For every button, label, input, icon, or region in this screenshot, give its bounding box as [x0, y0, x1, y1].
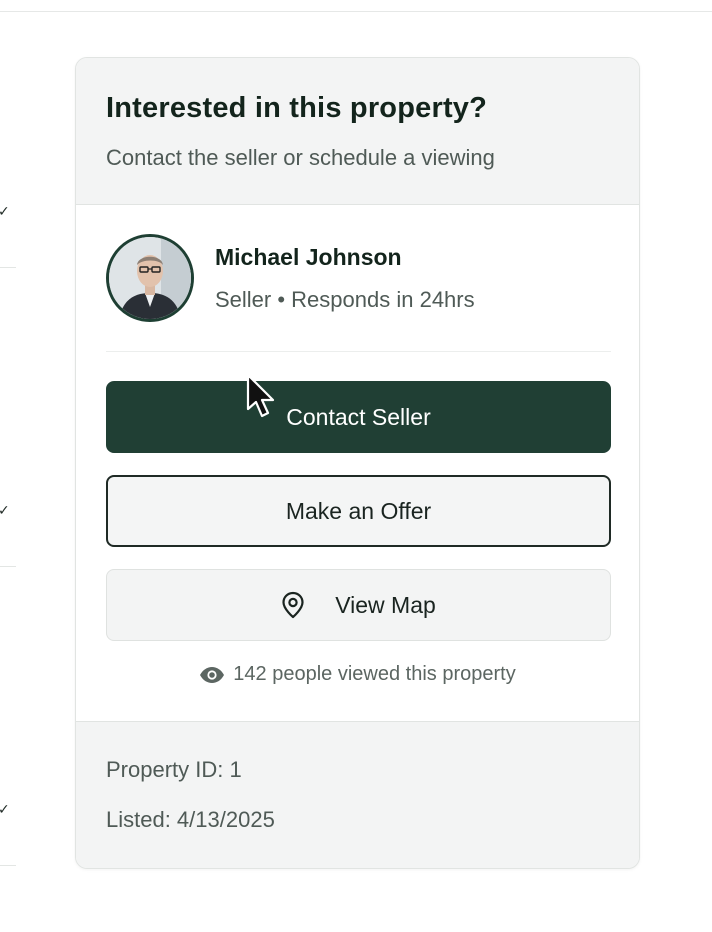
mouse-cursor-icon	[246, 373, 275, 418]
location-pin-icon	[281, 591, 305, 619]
seller-name: Michael Johnson	[215, 244, 402, 270]
row-divider	[0, 865, 16, 866]
row-divider	[0, 267, 16, 268]
check-icon: ✓	[0, 801, 10, 817]
contact-card: Interested in this property? Contact the…	[75, 57, 640, 869]
card-subtitle: Contact the seller or schedule a viewing	[106, 145, 495, 170]
seller-meta: Seller • Responds in 24hrs	[215, 287, 475, 312]
card-header: Interested in this property? Contact the…	[76, 58, 639, 205]
check-icon: ✓	[0, 502, 10, 518]
contact-seller-button[interactable]: Contact Seller	[106, 381, 611, 453]
make-offer-label: Make an Offer	[285, 497, 432, 524]
view-map-button[interactable]: View Map	[106, 569, 611, 641]
listed-date: Listed: 4/13/2025	[106, 807, 275, 832]
person-portrait-icon	[109, 237, 191, 319]
top-divider	[0, 11, 712, 12]
avatar	[106, 234, 194, 322]
seller-info: Michael Johnson Seller • Responds in 24h…	[106, 234, 611, 352]
eye-icon	[199, 666, 225, 684]
card-title: Interested in this property?	[106, 92, 488, 124]
view-count: 142 people viewed this property	[76, 663, 639, 686]
check-icon: ✓	[0, 203, 10, 219]
page: ✓ ✓ ✓ Interested in this property? Conta…	[0, 0, 712, 932]
contact-seller-label: Contact Seller	[286, 403, 431, 430]
property-id: Property ID: 1	[106, 757, 242, 782]
card-footer: Property ID: 1 Listed: 4/13/2025	[76, 721, 639, 868]
view-map-label: View Map	[335, 591, 436, 618]
row-divider	[0, 566, 16, 567]
make-offer-button[interactable]: Make an Offer	[106, 475, 611, 547]
view-count-text: 142 people viewed this property	[233, 663, 516, 685]
